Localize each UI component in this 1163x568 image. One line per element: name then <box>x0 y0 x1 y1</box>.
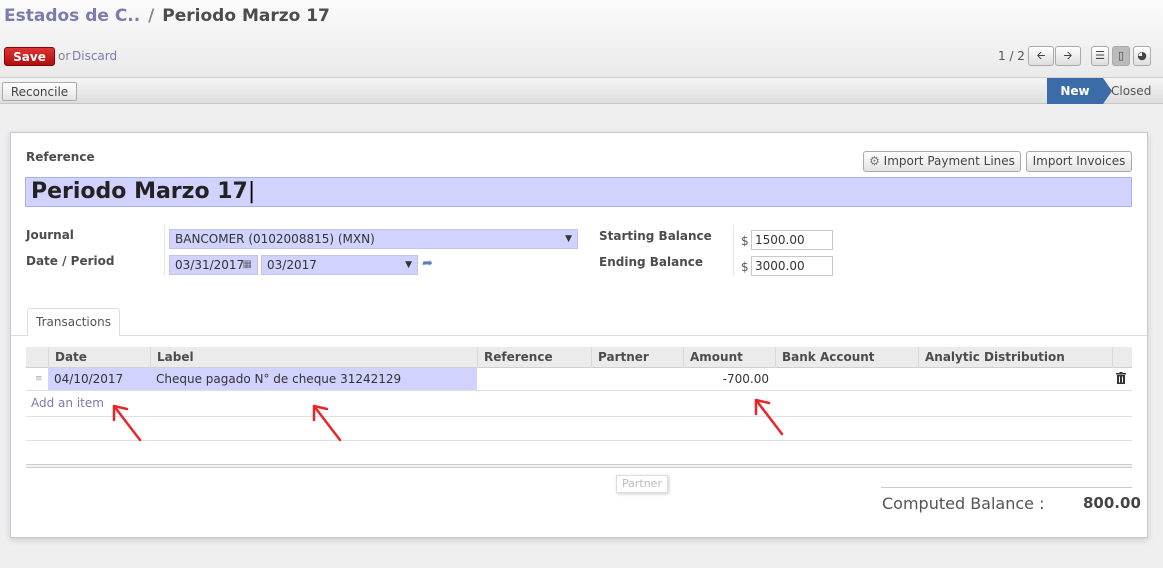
table-header: Date Label Reference Partner Amount Bank… <box>26 347 1132 368</box>
date-input[interactable]: 03/31/2017 ▦ <box>169 255 258 275</box>
drag-handle-icon[interactable]: ≡ <box>35 368 43 390</box>
text-cursor: | <box>247 179 256 204</box>
import-payment-lines-label: Import Payment Lines <box>883 154 1015 168</box>
tab-underline <box>11 335 1147 336</box>
state-new[interactable]: New <box>1047 78 1103 104</box>
save-button[interactable]: Save <box>4 47 55 66</box>
currency-symbol: $ <box>741 234 749 248</box>
starting-balance-label: Starting Balance <box>599 229 712 243</box>
form-sheet: Reference ⚙ Import Payment Lines Import … <box>10 132 1148 538</box>
form-icon: ▯ <box>1117 49 1125 62</box>
list-view-button[interactable]: ☰ <box>1091 46 1109 66</box>
state-closed[interactable]: Closed <box>1111 78 1151 104</box>
ending-balance-input[interactable]: 3000.00 <box>751 256 833 276</box>
breadcrumb-separator: / <box>148 6 155 26</box>
import-payment-lines-button[interactable]: ⚙ Import Payment Lines <box>863 151 1021 172</box>
cell-date[interactable]: 04/10/2017 <box>48 368 150 390</box>
or-label: or <box>58 49 71 63</box>
column-header-date[interactable]: Date <box>48 347 150 368</box>
cell-amount[interactable]: -700.00 <box>683 368 775 390</box>
period-value: 03/2017 <box>267 258 317 272</box>
pager-value[interactable]: 1 / 2 <box>998 49 1025 63</box>
cell-bank-account[interactable] <box>775 368 918 390</box>
trash-icon[interactable] <box>1116 372 1126 384</box>
column-header-analytic-distribution[interactable]: Analytic Distribution <box>918 347 1112 368</box>
form-view-button[interactable]: ▯ <box>1112 46 1130 66</box>
pager-previous-button[interactable]: 🡨 <box>1028 46 1054 66</box>
tooltip: Partner <box>616 475 668 493</box>
period-select[interactable]: 03/2017 ▼ <box>261 255 418 275</box>
control-panel: Estados de C.. / Periodo Marzo 17 Save o… <box>0 0 1163 77</box>
import-invoices-button[interactable]: Import Invoices <box>1026 151 1132 172</box>
reference-input[interactable]: Periodo Marzo 17| <box>25 177 1132 207</box>
breadcrumb: Estados de C.. / Periodo Marzo 17 <box>4 6 330 26</box>
annotation-arrow-icon <box>754 398 784 436</box>
computed-balance-value: 800.00 <box>1083 494 1141 512</box>
field-divider <box>733 225 734 275</box>
column-header-amount[interactable]: Amount <box>683 347 775 368</box>
column-header-partner[interactable]: Partner <box>591 347 683 368</box>
column-header-reference[interactable]: Reference <box>477 347 591 368</box>
reference-label: Reference <box>26 150 95 164</box>
date-period-label: Date / Period <box>26 254 115 268</box>
pie-chart-icon: ◕ <box>1137 49 1147 62</box>
table-row-divider <box>26 416 1132 417</box>
gears-icon: ⚙ <box>869 154 880 168</box>
date-value: 03/31/2017 <box>175 258 245 272</box>
dropdown-caret-icon: ▼ <box>565 234 572 244</box>
cell-label[interactable]: Cheque pagado N° de cheque 31242129 <box>150 368 477 390</box>
breadcrumb-parent-link[interactable]: Estados de C.. <box>4 6 140 26</box>
tab-transactions[interactable]: Transactions <box>27 308 120 336</box>
column-header-actions <box>1112 347 1132 368</box>
calendar-icon[interactable]: ▦ <box>243 256 252 274</box>
statusbar: Reconcile New Closed <box>0 77 1163 104</box>
breadcrumb-current: Periodo Marzo 17 <box>162 6 330 26</box>
table-row[interactable]: ≡ 04/10/2017 Cheque pagado N° de cheque … <box>26 368 1132 391</box>
column-header-label[interactable]: Label <box>150 347 477 368</box>
computed-balance-label: Computed Balance : <box>882 494 1045 513</box>
graph-view-button[interactable]: ◕ <box>1133 46 1151 66</box>
arrow-right-icon: 🡪 <box>1063 49 1073 62</box>
pager-next-button[interactable]: 🡪 <box>1055 46 1081 66</box>
journal-label: Journal <box>26 228 74 242</box>
dropdown-caret-icon: ▼ <box>405 260 412 270</box>
external-link-icon[interactable]: ➦ <box>422 256 433 271</box>
annotation-arrow-icon <box>312 404 342 442</box>
cell-reference[interactable] <box>477 368 591 390</box>
arrow-left-icon: 🡨 <box>1036 49 1046 62</box>
table-footer <box>26 464 1132 468</box>
list-icon: ☰ <box>1095 49 1105 62</box>
currency-symbol: $ <box>741 260 749 274</box>
annotation-arrow-icon <box>112 404 142 442</box>
cell-partner[interactable] <box>591 368 683 390</box>
add-item-link[interactable]: Add an item <box>31 396 104 410</box>
cell-analytic-distribution[interactable] <box>918 368 1112 390</box>
column-header-bank-account[interactable]: Bank Account <box>775 347 918 368</box>
reference-value: Periodo Marzo 17 <box>31 179 248 204</box>
field-divider <box>164 225 165 275</box>
reconcile-button[interactable]: Reconcile <box>2 82 77 101</box>
journal-select[interactable]: BANCOMER (0102008815) (MXN) ▼ <box>169 229 578 249</box>
journal-value: BANCOMER (0102008815) (MXN) <box>175 232 375 246</box>
balance-divider <box>881 487 1132 488</box>
discard-link[interactable]: Discard <box>72 49 117 63</box>
ending-balance-label: Ending Balance <box>599 255 704 269</box>
starting-balance-input[interactable]: 1500.00 <box>751 230 833 250</box>
table-row-divider <box>26 440 1132 441</box>
